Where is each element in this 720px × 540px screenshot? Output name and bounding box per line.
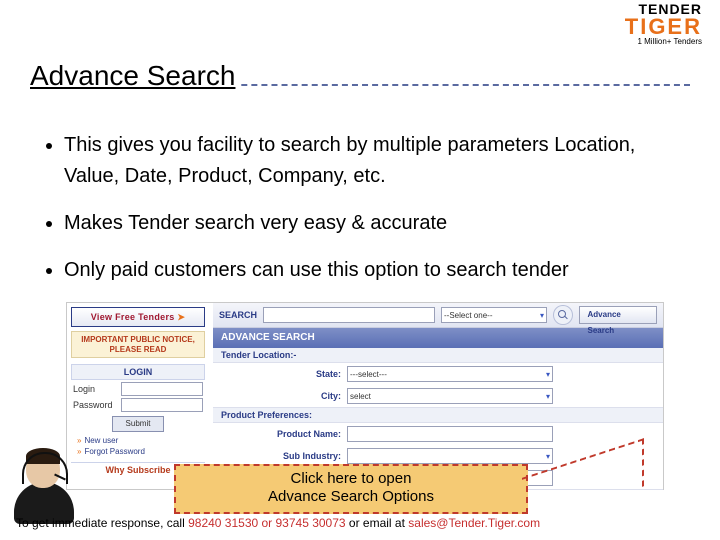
brand-logo: TENDER TIGER 1 Million+ Tenders: [625, 2, 702, 46]
callout-line-1: Click here to open: [182, 470, 520, 488]
password-label: Password: [73, 400, 121, 410]
chevron-down-icon: ▾: [540, 311, 544, 320]
product-name-input[interactable]: [347, 426, 553, 442]
search-bar: SEARCH --Select one--▾ Advance Search: [213, 303, 663, 328]
bullet-item: Makes Tender search very easy & accurate: [64, 208, 690, 239]
state-label: State:: [221, 369, 341, 379]
footer-email[interactable]: sales@Tender.Tiger.com: [408, 516, 540, 530]
search-input[interactable]: [263, 307, 435, 323]
view-free-tenders-button[interactable]: View Free Tenders ➤: [71, 307, 205, 327]
bullet-list: This gives you facility to search by mul…: [48, 130, 690, 302]
title-rule: Advance Search: [30, 52, 690, 86]
forgot-password-link[interactable]: »Forgot Password: [77, 447, 199, 456]
submit-button[interactable]: Submit: [112, 416, 164, 432]
location-section-header: Tender Location:-: [213, 348, 663, 363]
sidebar: View Free Tenders ➤ IMPORTANT PUBLIC NOT…: [67, 303, 209, 489]
sub-industry-label: Sub Industry:: [221, 451, 341, 461]
bullet-item: This gives you facility to search by mul…: [64, 130, 690, 192]
product-name-label: Product Name:: [221, 429, 341, 439]
login-label: Login: [73, 384, 121, 394]
public-notice[interactable]: IMPORTANT PUBLIC NOTICE, PLEASE READ: [71, 331, 205, 358]
headset-icon: [22, 452, 68, 484]
new-user-link[interactable]: »New user: [77, 436, 199, 445]
chevron-down-icon: ▾: [546, 392, 550, 401]
footer-contact: To get immediate response, call 98240 31…: [16, 516, 704, 530]
embedded-screenshot: View Free Tenders ➤ IMPORTANT PUBLIC NOT…: [66, 302, 664, 490]
sub-industry-select[interactable]: ▾: [347, 448, 553, 464]
logo-tagline: 1 Million+ Tenders: [625, 38, 702, 46]
main-panel: SEARCH --Select one--▾ Advance Search AD…: [213, 303, 663, 489]
arrow-right-icon: ➤: [177, 312, 185, 322]
bullet-item: Only paid customers can use this option …: [64, 255, 690, 286]
footer-phones: 98240 31530 or 93745 30073: [188, 516, 345, 530]
login-input[interactable]: [121, 382, 203, 396]
product-section-header: Product Preferences:: [213, 408, 663, 423]
advance-search-button[interactable]: Advance Search: [579, 306, 658, 324]
callout-line-2: Advance Search Options: [182, 488, 520, 506]
search-label: SEARCH: [219, 310, 257, 320]
footer-text-pre: To get immediate response, call: [16, 516, 188, 530]
password-input[interactable]: [121, 398, 203, 412]
callout-box: Click here to open Advance Search Option…: [174, 464, 528, 514]
page-title: Advance Search: [30, 60, 241, 92]
login-header: LOGIN: [71, 364, 205, 380]
search-icon[interactable]: [553, 305, 572, 325]
search-category-select[interactable]: --Select one--▾: [441, 307, 547, 323]
chevron-down-icon: ▾: [546, 370, 550, 379]
city-select[interactable]: select▾: [347, 388, 553, 404]
support-agent-avatar: [10, 446, 82, 524]
footer-text-mid: or email at: [346, 516, 409, 530]
logo-word-2: TIGER: [625, 16, 702, 38]
state-select[interactable]: ---select---▾: [347, 366, 553, 382]
city-label: City:: [221, 391, 341, 401]
chevron-down-icon: ▾: [546, 452, 550, 461]
